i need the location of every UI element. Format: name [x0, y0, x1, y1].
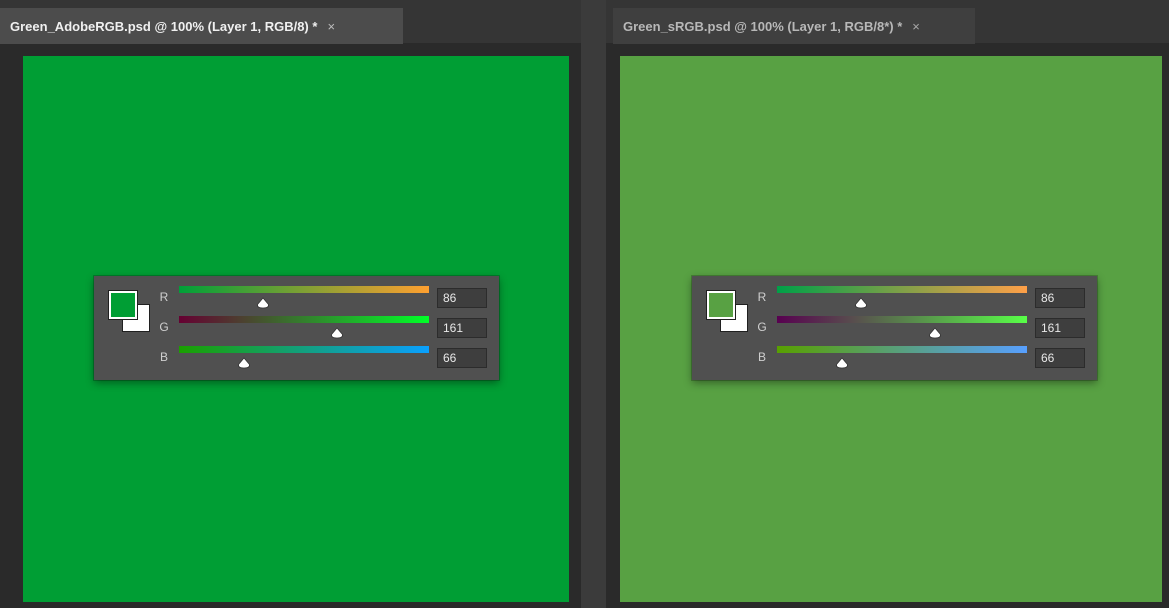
blue-slider-thumb[interactable]	[835, 357, 849, 369]
color-picker-panel: R 86 G 161 B 66	[94, 276, 499, 380]
blue-slider-track[interactable]	[179, 346, 429, 353]
green-value-field[interactable]: 161	[1035, 318, 1085, 338]
document-tab-title: Green_AdobeRGB.psd @ 100% (Layer 1, RGB/…	[10, 18, 318, 34]
red-slider-track[interactable]	[777, 286, 1027, 293]
document-tab-title: Green_sRGB.psd @ 100% (Layer 1, RGB/8*) …	[623, 18, 903, 34]
pane-divider[interactable]	[581, 0, 606, 608]
red-slider-thumb[interactable]	[256, 297, 270, 309]
green-channel-label: G	[159, 320, 169, 334]
green-channel-label: G	[757, 320, 767, 334]
blue-slider-track[interactable]	[777, 346, 1027, 353]
blue-value-field[interactable]: 66	[437, 348, 487, 368]
color-picker-panel: R 86 G 161 B 66	[692, 276, 1097, 380]
close-tab-icon[interactable]: ×	[912, 19, 920, 34]
red-channel-label: R	[159, 290, 169, 304]
document-tab[interactable]: Green_AdobeRGB.psd @ 100% (Layer 1, RGB/…	[0, 8, 403, 44]
blue-slider-thumb[interactable]	[237, 357, 251, 369]
document-tab[interactable]: Green_sRGB.psd @ 100% (Layer 1, RGB/8*) …	[613, 8, 975, 44]
green-slider-thumb[interactable]	[928, 327, 942, 339]
red-channel-label: R	[757, 290, 767, 304]
red-value-field[interactable]: 86	[1035, 288, 1085, 308]
canvas-area[interactable]: R 86 G 161 B 66	[606, 44, 1169, 608]
blue-channel-label: B	[159, 350, 168, 364]
green-slider-thumb[interactable]	[330, 327, 344, 339]
document-canvas[interactable]: R 86 G 161 B 66	[23, 56, 569, 602]
canvas-area[interactable]: R 86 G 161 B 66	[0, 44, 581, 608]
document-pane-adobergb: Green_AdobeRGB.psd @ 100% (Layer 1, RGB/…	[0, 0, 581, 608]
document-tab-bar: Green_sRGB.psd @ 100% (Layer 1, RGB/8*) …	[606, 0, 1169, 44]
red-slider-thumb[interactable]	[854, 297, 868, 309]
close-tab-icon[interactable]: ×	[327, 19, 335, 34]
red-value-field[interactable]: 86	[437, 288, 487, 308]
foreground-color-swatch[interactable]	[706, 290, 736, 320]
document-pane-srgb: Green_sRGB.psd @ 100% (Layer 1, RGB/8*) …	[606, 0, 1169, 608]
foreground-color-swatch[interactable]	[108, 290, 138, 320]
blue-value-field[interactable]: 66	[1035, 348, 1085, 368]
document-canvas[interactable]: R 86 G 161 B 66	[620, 56, 1162, 602]
blue-channel-label: B	[757, 350, 766, 364]
document-tab-bar: Green_AdobeRGB.psd @ 100% (Layer 1, RGB/…	[0, 0, 581, 44]
green-value-field[interactable]: 161	[437, 318, 487, 338]
red-slider-track[interactable]	[179, 286, 429, 293]
green-slider-track[interactable]	[179, 316, 429, 323]
green-slider-track[interactable]	[777, 316, 1027, 323]
